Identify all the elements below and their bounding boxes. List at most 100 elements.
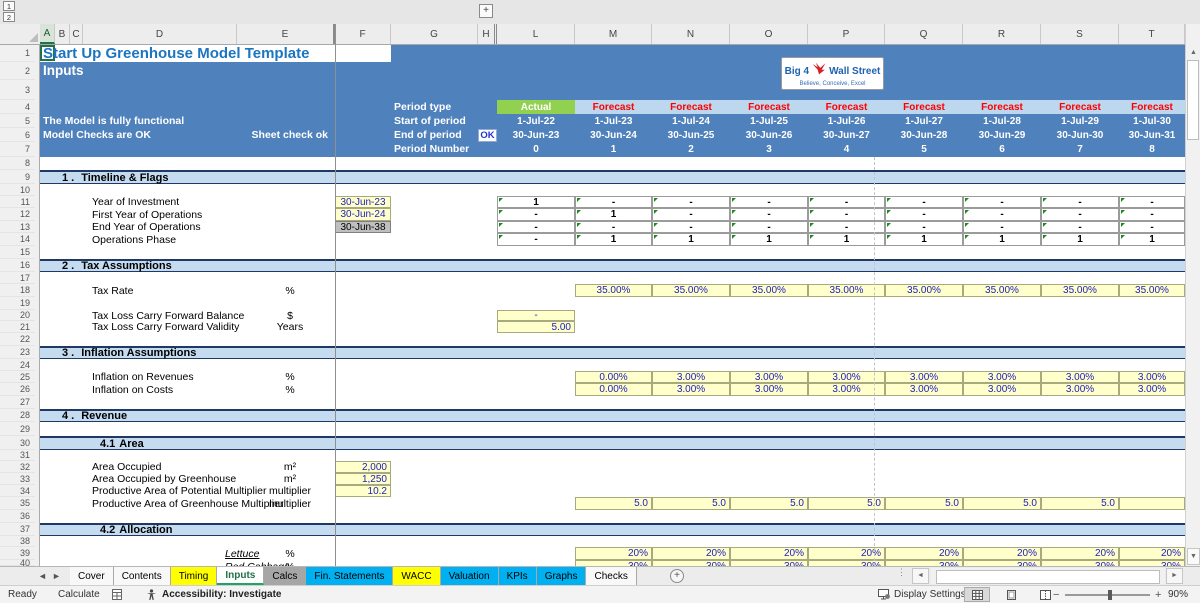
column-header-Q[interactable]: Q bbox=[885, 24, 963, 44]
row-number[interactable]: 24 bbox=[0, 359, 35, 371]
input-multiplier-cell[interactable]: 5.0 bbox=[730, 497, 808, 510]
row-number[interactable]: 37 bbox=[0, 523, 35, 536]
input-inflation-cell[interactable]: 0.00% bbox=[575, 383, 652, 396]
sheet-tab-timing[interactable]: Timing bbox=[171, 567, 218, 585]
tab-scroll-right-icon[interactable]: ► bbox=[52, 567, 61, 585]
row-number[interactable]: 10 bbox=[0, 184, 35, 196]
accessibility-status[interactable]: Accessibility: Investigate bbox=[162, 586, 282, 603]
input-inflation-cell[interactable]: 3.00% bbox=[963, 383, 1041, 396]
input-multiplier-cell[interactable]: 5.0 bbox=[885, 497, 963, 510]
input-inflation-cell[interactable]: 3.00% bbox=[1041, 371, 1119, 383]
input-area-occupied[interactable]: 2,000 bbox=[335, 461, 391, 473]
column-header-R[interactable]: R bbox=[963, 24, 1041, 44]
row-number[interactable]: 38 bbox=[0, 536, 35, 547]
row-number[interactable]: 3 bbox=[0, 80, 35, 100]
row-number[interactable]: 28 bbox=[0, 409, 35, 422]
tab-scroll-left-icon[interactable]: ◄ bbox=[38, 567, 47, 585]
row-number[interactable]: 11 bbox=[0, 196, 35, 208]
horizontal-scroll-thumb[interactable] bbox=[936, 570, 1160, 584]
row-number[interactable]: 36 bbox=[0, 510, 35, 523]
input-area-occupied-greenhouse[interactable]: 1,250 bbox=[335, 473, 391, 485]
row-number[interactable]: 22 bbox=[0, 333, 35, 346]
row-number[interactable]: 20 bbox=[0, 310, 35, 321]
column-header-G[interactable]: G bbox=[391, 24, 478, 44]
row-number[interactable]: 14 bbox=[0, 233, 35, 246]
calculate-status[interactable]: Calculate bbox=[58, 586, 100, 603]
scrollbar-splitter[interactable]: ⋮ bbox=[897, 570, 901, 582]
input-inflation-cell[interactable]: 0.00% bbox=[575, 371, 652, 383]
input-allocation-cell[interactable]: 20% bbox=[1041, 547, 1119, 560]
column-header-S[interactable]: S bbox=[1041, 24, 1119, 44]
zoom-in-icon[interactable]: + bbox=[1155, 586, 1161, 603]
sheet-tab-kpis[interactable]: KPIs bbox=[499, 567, 537, 585]
row-number[interactable]: 29 bbox=[0, 422, 35, 436]
zoom-level[interactable]: 90% bbox=[1168, 586, 1188, 603]
select-all-corner[interactable] bbox=[0, 24, 41, 44]
zoom-out-icon[interactable]: − bbox=[1053, 586, 1059, 603]
input-tax-loss-validity[interactable]: 5.00 bbox=[497, 321, 575, 333]
sheet-tab-wacc[interactable]: WACC bbox=[393, 567, 440, 585]
input-inflation-cell[interactable]: 3.00% bbox=[963, 371, 1041, 383]
input-tax-rate-cell[interactable]: 35.00% bbox=[963, 284, 1041, 297]
input-tax-loss-balance[interactable]: - bbox=[497, 310, 575, 321]
input-allocation-cell[interactable]: 20% bbox=[963, 547, 1041, 560]
input-inflation-cell[interactable]: 3.00% bbox=[1041, 383, 1119, 396]
row-number[interactable]: 7 bbox=[0, 142, 35, 157]
input-tax-rate-cell[interactable]: 35.00% bbox=[1119, 284, 1185, 297]
column-header-M[interactable]: M bbox=[575, 24, 652, 44]
row-number[interactable]: 30 bbox=[0, 436, 35, 450]
input-inflation-cell[interactable]: 3.00% bbox=[652, 383, 730, 396]
normal-view-icon[interactable] bbox=[964, 587, 990, 602]
column-header-L[interactable]: L bbox=[497, 24, 575, 44]
sheet-tab-inputs[interactable]: Inputs bbox=[217, 567, 264, 585]
outline-level-1-button[interactable]: 1 bbox=[3, 1, 15, 11]
scroll-right-icon[interactable]: ► bbox=[1166, 568, 1183, 584]
sheet-tab-cover[interactable]: Cover bbox=[70, 567, 114, 585]
row-number[interactable]: 26 bbox=[0, 383, 35, 396]
column-header-E[interactable]: E bbox=[237, 24, 335, 44]
column-header-F[interactable]: F bbox=[335, 24, 391, 44]
zoom-slider-thumb[interactable] bbox=[1108, 590, 1112, 600]
row-number[interactable]: 17 bbox=[0, 272, 35, 284]
row-number[interactable]: 19 bbox=[0, 297, 35, 310]
row-number[interactable]: 6 bbox=[0, 128, 35, 142]
input-allocation-cell[interactable]: 20% bbox=[730, 547, 808, 560]
row-number[interactable]: 34 bbox=[0, 485, 35, 497]
row-number[interactable]: 35 bbox=[0, 497, 35, 510]
row-number[interactable]: 9 bbox=[0, 170, 35, 184]
sheet-tab-checks[interactable]: Checks bbox=[586, 567, 636, 585]
input-tax-rate-cell[interactable]: 35.00% bbox=[575, 284, 652, 297]
sheet-grid[interactable]: Start Up Greenhouse Model Template Input… bbox=[0, 45, 1185, 566]
row-number[interactable]: 21 bbox=[0, 321, 35, 333]
sheet-tab-valuation[interactable]: Valuation bbox=[441, 567, 499, 585]
row-number[interactable]: 18 bbox=[0, 284, 35, 297]
input-inflation-cell[interactable]: 3.00% bbox=[885, 383, 963, 396]
column-header-H[interactable]: H bbox=[478, 24, 497, 44]
sheet-tab-contents[interactable]: Contents bbox=[114, 567, 171, 585]
sheet-tab-calcs[interactable]: Calcs bbox=[264, 567, 306, 585]
scroll-down-icon[interactable]: ▼ bbox=[1187, 548, 1200, 565]
row-number[interactable]: 31 bbox=[0, 450, 35, 461]
vertical-scroll-thumb[interactable] bbox=[1187, 60, 1199, 140]
row-number[interactable]: 13 bbox=[0, 221, 35, 233]
input-multiplier-cell[interactable]: 5.0 bbox=[1041, 497, 1119, 510]
column-header-P[interactable]: P bbox=[808, 24, 885, 44]
row-number[interactable]: 33 bbox=[0, 473, 35, 485]
scroll-up-icon[interactable]: ▲ bbox=[1188, 46, 1199, 59]
column-header-B[interactable]: B bbox=[55, 24, 70, 44]
row-number[interactable]: 27 bbox=[0, 396, 35, 409]
input-inflation-cell[interactable]: 3.00% bbox=[1119, 371, 1185, 383]
input-allocation-cell[interactable]: 20% bbox=[1119, 547, 1185, 560]
sheet-tab-fin-statements[interactable]: Fin. Statements bbox=[306, 567, 393, 585]
page-layout-view-icon[interactable] bbox=[998, 587, 1024, 602]
row-number[interactable]: 5 bbox=[0, 114, 35, 128]
row-number[interactable]: 25 bbox=[0, 371, 35, 383]
input-allocation-cell[interactable]: 20% bbox=[652, 547, 730, 560]
row-number[interactable]: 2 bbox=[0, 62, 35, 80]
scroll-left-icon[interactable]: ◄ bbox=[912, 568, 929, 584]
column-header-T[interactable]: T bbox=[1119, 24, 1185, 44]
column-header-C[interactable]: C bbox=[70, 24, 83, 44]
column-header-O[interactable]: O bbox=[730, 24, 808, 44]
input-inflation-cell[interactable]: 3.00% bbox=[1119, 383, 1185, 396]
input-tax-rate-cell[interactable]: 35.00% bbox=[1041, 284, 1119, 297]
